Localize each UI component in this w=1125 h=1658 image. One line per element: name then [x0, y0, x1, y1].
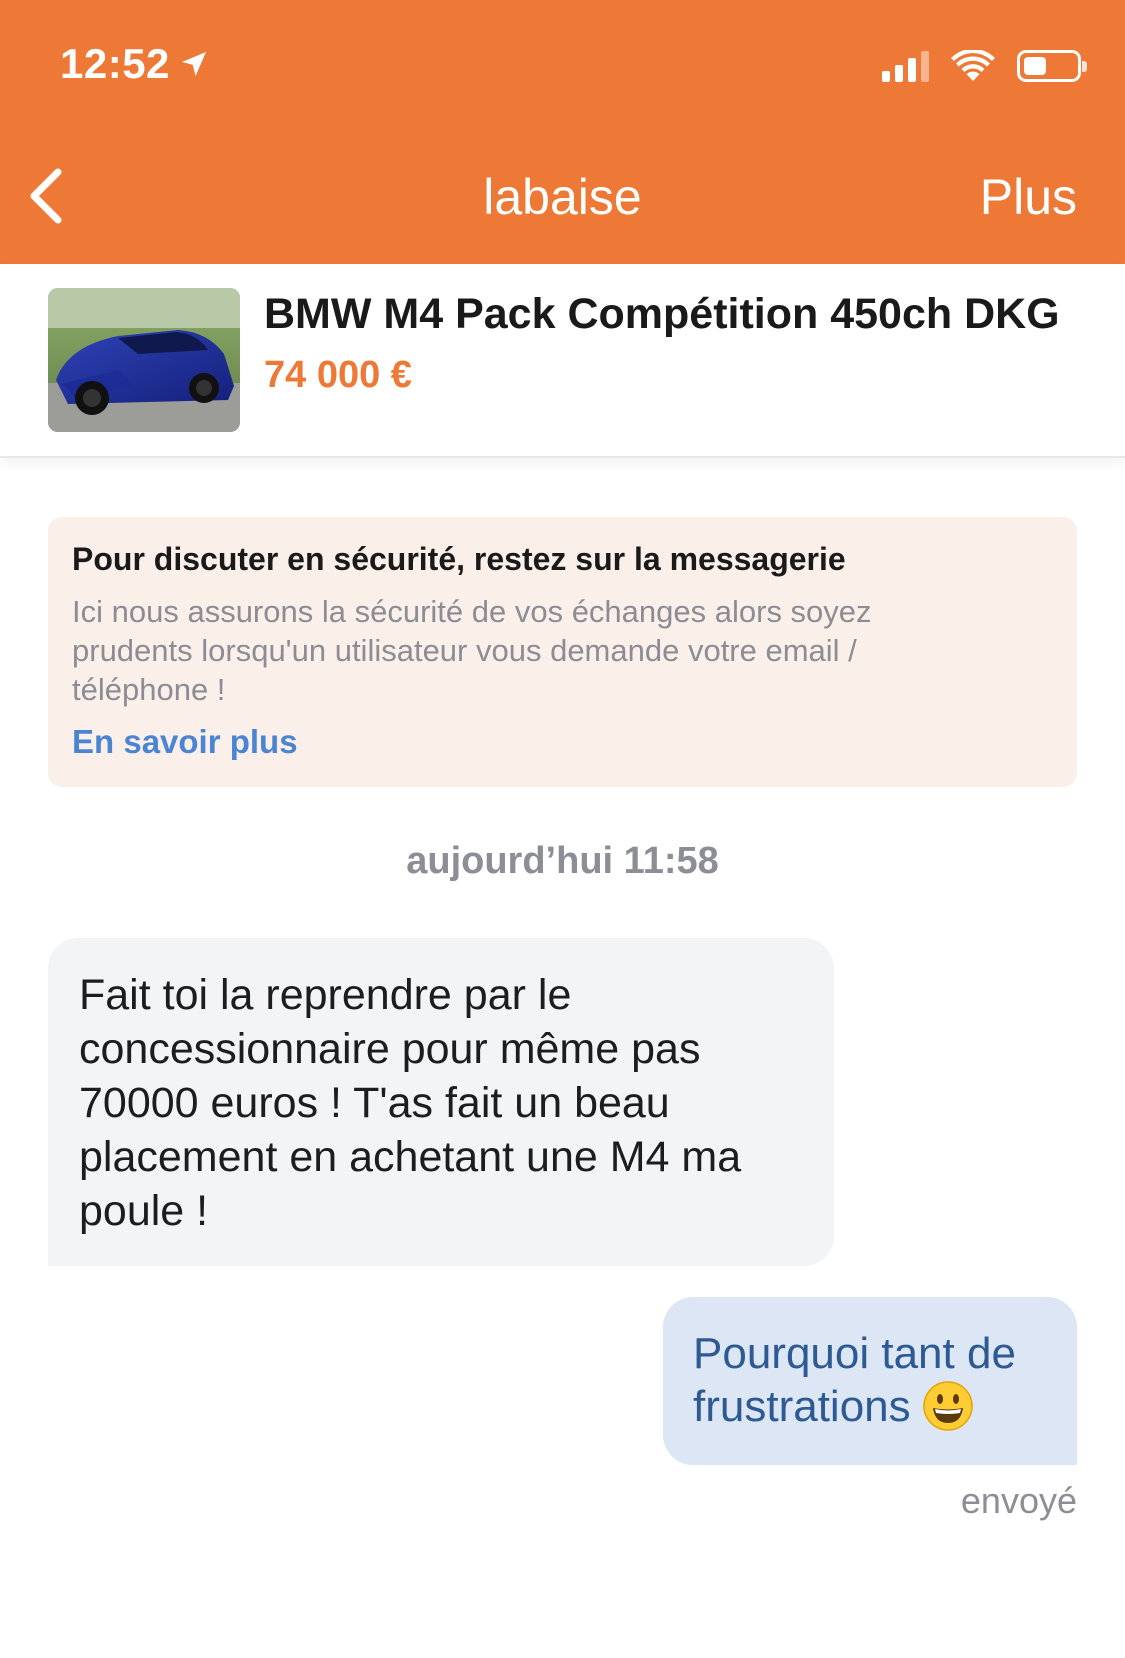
more-button[interactable]: Plus: [980, 168, 1077, 226]
message-status: envoyé: [960, 1480, 1077, 1521]
battery-icon: [1017, 50, 1087, 82]
location-arrow-icon: [181, 52, 206, 76]
wifi-icon: [951, 50, 995, 81]
status-time-label: 12:52: [60, 40, 170, 87]
sent-message[interactable]: Pourquoi tant de frustrations: [663, 1297, 1077, 1465]
learn-more-link[interactable]: En savoir plus: [72, 723, 298, 761]
listing-price: 74 000 €: [264, 354, 412, 396]
received-message-text: Fait toi la reprendre par le concessionn…: [79, 971, 742, 1235]
top-bar: 12:52 labaise Plus: [0, 0, 1125, 264]
cellular-signal-icon: [882, 50, 929, 82]
status-icons: [882, 50, 1087, 82]
status-time: 12:52: [60, 40, 210, 88]
grinning-face-emoji: [922, 1381, 973, 1431]
safety-notice: Pour discuter en sécurité, restez sur la…: [48, 517, 1077, 787]
listing-thumbnail[interactable]: [48, 288, 240, 432]
safety-notice-title: Pour discuter en sécurité, restez sur la…: [72, 541, 846, 577]
listing-card[interactable]: BMW M4 Pack Compétition 450ch DKG 74 000…: [0, 264, 1125, 458]
received-message[interactable]: Fait toi la reprendre par le concessionn…: [48, 938, 834, 1266]
listing-title[interactable]: BMW M4 Pack Compétition 450ch DKG: [264, 290, 1114, 339]
safety-notice-body: Ici nous assurons la sécurité de vos éch…: [72, 594, 872, 707]
conversation-title: labaise: [483, 169, 642, 225]
date-separator: aujourd’hui 11:58: [406, 840, 719, 882]
